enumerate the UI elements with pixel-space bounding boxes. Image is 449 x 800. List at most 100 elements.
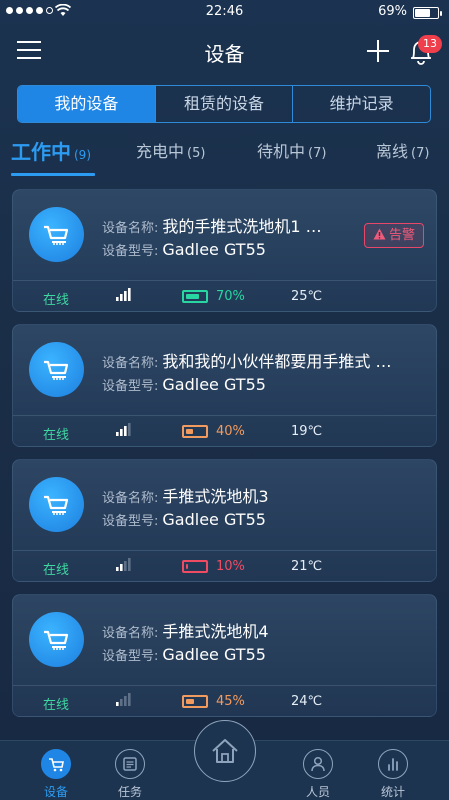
nav-label: 统计 bbox=[380, 785, 405, 799]
device-name-label: 设备名称: bbox=[102, 491, 159, 506]
online-status: 在线 bbox=[43, 563, 70, 578]
card-divider bbox=[13, 685, 436, 686]
cart-icon bbox=[44, 360, 69, 380]
segment-rented-devices[interactable]: 租赁的设备 bbox=[156, 86, 294, 122]
segment-my-devices[interactable]: 我的设备 bbox=[18, 86, 156, 122]
battery-icon bbox=[413, 7, 442, 19]
device-model-row: 设备型号: Gadlee GT55 bbox=[102, 375, 266, 394]
online-status: 在线 bbox=[43, 293, 70, 308]
signal-icon bbox=[116, 423, 131, 436]
signal-icon bbox=[116, 693, 131, 706]
nav-tasks[interactable]: 任务 bbox=[100, 749, 160, 800]
cart-icon bbox=[44, 630, 69, 650]
device-model-row: 设备型号: Gadlee GT55 bbox=[102, 510, 266, 529]
device-name-row: 设备名称: 我和我的小伙伴都要用手推式 … bbox=[102, 348, 391, 372]
battery-fill bbox=[186, 699, 194, 704]
device-avatar bbox=[29, 207, 84, 262]
battery-fill bbox=[186, 429, 193, 434]
tab-count: (7) bbox=[411, 146, 430, 161]
device-name: 手推式洗地机4 bbox=[162, 622, 269, 641]
battery-icon bbox=[182, 695, 208, 708]
device-avatar bbox=[29, 612, 84, 667]
device-avatar bbox=[29, 477, 84, 532]
status-tabs: 工作中 (9) 充电中 (5) 待机中 (7) 离线 (7) bbox=[0, 138, 449, 178]
temperature: 21℃ bbox=[291, 559, 323, 574]
online-status: 在线 bbox=[43, 428, 70, 443]
battery-percent: 70% bbox=[216, 289, 245, 304]
device-name-label: 设备名称: bbox=[102, 221, 159, 236]
battery-icon bbox=[182, 560, 208, 573]
tab-label: 工作中 bbox=[11, 140, 71, 164]
device-name-row: 设备名称: 手推式洗地机3 bbox=[102, 483, 269, 507]
device-model: Gadlee GT55 bbox=[162, 645, 266, 664]
tab-charging[interactable]: 充电中 (5) bbox=[136, 138, 205, 162]
nav-people[interactable]: 人员 bbox=[288, 749, 348, 800]
nav-devices[interactable]: 设备 bbox=[26, 749, 86, 800]
stats-icon bbox=[378, 749, 408, 779]
tab-standby[interactable]: 待机中 (7) bbox=[257, 138, 326, 162]
device-card[interactable]: 设备名称: 我和我的小伙伴都要用手推式 … 设备型号: Gadlee GT55 在线 40… bbox=[12, 324, 437, 447]
nav-stats[interactable]: 统计 bbox=[363, 749, 423, 800]
alarm-label: 告警 bbox=[388, 228, 415, 243]
tab-count: (7) bbox=[308, 146, 327, 161]
home-icon bbox=[212, 739, 238, 763]
battery-fill bbox=[186, 564, 188, 569]
device-name-row: 设备名称: 我的手推式洗地机1 … bbox=[102, 213, 322, 237]
battery-percent: 10% bbox=[216, 559, 245, 574]
tab-underline bbox=[11, 173, 95, 176]
device-segment-control: 我的设备 租赁的设备 维护记录 bbox=[17, 85, 431, 123]
tab-count: (5) bbox=[187, 146, 206, 161]
temperature: 25℃ bbox=[291, 289, 323, 304]
cart-icon bbox=[44, 225, 69, 245]
device-model-label: 设备型号: bbox=[102, 244, 159, 259]
battery-fill bbox=[186, 294, 199, 299]
device-name: 我和我的小伙伴都要用手推式 … bbox=[162, 352, 392, 371]
device-card[interactable]: 设备名称: 手推式洗地机3 设备型号: Gadlee GT55 在线 10% 21℃ bbox=[12, 459, 437, 582]
temperature: 19℃ bbox=[291, 424, 323, 439]
task-icon bbox=[115, 749, 145, 779]
device-card[interactable]: 设备名称: 我的手推式洗地机1 … 设备型号: Gadlee GT55 告警 在线 70% 2… bbox=[12, 189, 437, 312]
nav-label: 人员 bbox=[305, 785, 330, 799]
device-model: Gadlee GT55 bbox=[162, 375, 266, 394]
device-model-label: 设备型号: bbox=[102, 514, 159, 529]
device-model-label: 设备型号: bbox=[102, 379, 159, 394]
device-name-label: 设备名称: bbox=[102, 356, 159, 371]
device-name-row: 设备名称: 手推式洗地机4 bbox=[102, 618, 269, 642]
online-status: 在线 bbox=[43, 698, 70, 713]
alarm-badge[interactable]: 告警 bbox=[363, 223, 424, 248]
notification-badge: 13 bbox=[418, 35, 442, 53]
battery-icon bbox=[182, 425, 208, 438]
card-divider bbox=[13, 550, 436, 551]
device-model: Gadlee GT55 bbox=[162, 510, 266, 529]
device-name: 手推式洗地机3 bbox=[162, 487, 269, 506]
device-card[interactable]: 设备名称: 手推式洗地机4 设备型号: Gadlee GT55 在线 45% 24℃ bbox=[12, 594, 437, 717]
person-icon bbox=[303, 749, 333, 779]
header: 设备 13 bbox=[0, 26, 449, 76]
status-bar: 22:46 69% bbox=[0, 0, 449, 26]
device-model-row: 设备型号: Gadlee GT55 bbox=[102, 645, 266, 664]
nav-label: 任务 bbox=[117, 785, 142, 799]
signal-icon bbox=[116, 288, 131, 301]
cart-icon bbox=[44, 495, 69, 515]
battery-percent: 40% bbox=[216, 424, 245, 439]
warning-icon bbox=[373, 228, 386, 240]
segment-maintenance-records[interactable]: 维护记录 bbox=[293, 86, 430, 122]
tab-working[interactable]: 工作中 (9) bbox=[11, 136, 91, 165]
battery-icon bbox=[182, 290, 208, 303]
device-name: 我的手推式洗地机1 … bbox=[162, 217, 322, 236]
device-model-label: 设备型号: bbox=[102, 649, 159, 664]
tab-count: (9) bbox=[74, 148, 91, 162]
battery-percent: 45% bbox=[216, 694, 245, 709]
device-model: Gadlee GT55 bbox=[162, 240, 266, 259]
tab-label: 充电中 bbox=[136, 142, 185, 161]
card-divider bbox=[13, 280, 436, 281]
add-icon[interactable] bbox=[366, 39, 390, 63]
device-avatar bbox=[29, 342, 84, 397]
device-model-row: 设备型号: Gadlee GT55 bbox=[102, 240, 266, 259]
card-divider bbox=[13, 415, 436, 416]
battery-percent: 69% bbox=[378, 4, 407, 19]
tab-offline[interactable]: 离线 (7) bbox=[376, 138, 429, 162]
home-button[interactable] bbox=[194, 720, 256, 782]
cart-icon bbox=[41, 749, 71, 779]
signal-icon bbox=[116, 558, 131, 571]
